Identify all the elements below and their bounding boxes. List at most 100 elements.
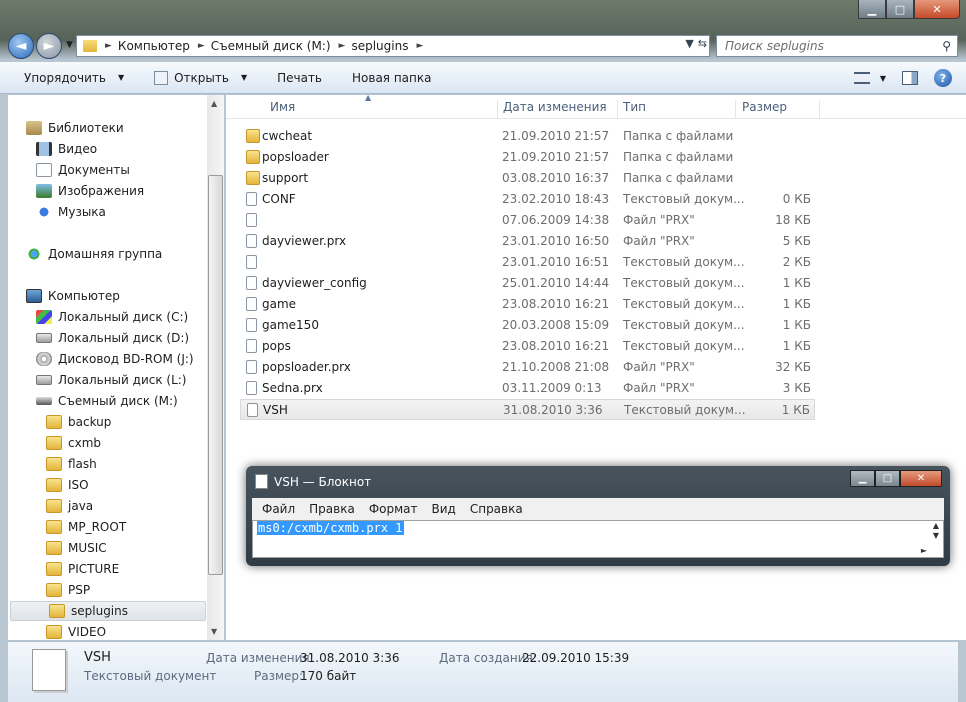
- file-size: 3 КБ: [782, 381, 811, 395]
- sidebar-item[interactable]: Библиотеки: [26, 118, 124, 138]
- sidebar-item-label: Библиотеки: [48, 121, 124, 135]
- file-row[interactable]: 23.01.2010 16:51 Текстовый докум... 2 КБ: [240, 252, 815, 273]
- text-file-icon: [246, 192, 257, 206]
- drive-icon: [36, 375, 52, 385]
- address-bar[interactable]: ► Компьютер ► Съемный диск (M:) ► seplug…: [76, 35, 710, 57]
- new-folder-button[interactable]: Новая папка: [352, 71, 431, 85]
- file-name: Sedna.prx: [262, 381, 323, 395]
- sidebar-item[interactable]: Музыка: [36, 202, 106, 222]
- folder-icon: [46, 625, 62, 639]
- recent-pages-dropdown[interactable]: ▼: [66, 40, 73, 50]
- file-row[interactable]: Sedna.prx 03.11.2009 0:13 Файл "PRX" 3 КБ: [240, 378, 815, 399]
- sidebar-item[interactable]: Компьютер: [26, 286, 120, 306]
- file-row[interactable]: game150 20.03.2008 15:09 Текстовый докум..…: [240, 315, 815, 336]
- file-row[interactable]: popsloader.prx 21.10.2008 21:08 Файл "PRX"…: [240, 357, 815, 378]
- scroll-down-icon[interactable]: ▼: [211, 627, 217, 636]
- sidebar-item[interactable]: Видео: [36, 139, 97, 159]
- open-button[interactable]: Открыть ▼: [154, 70, 247, 85]
- file-row[interactable]: 07.06.2009 14:38 Файл "PRX" 18 КБ: [240, 210, 815, 231]
- minimize-button[interactable]: ▁: [858, 0, 886, 19]
- scrollbar-thumb[interactable]: [208, 175, 223, 575]
- folder-icon: [246, 150, 260, 164]
- maximize-button[interactable]: □: [886, 0, 914, 19]
- sidebar-item-label: Видео: [58, 142, 98, 156]
- sidebar-item[interactable]: PSP: [46, 580, 90, 600]
- notepad-window[interactable]: VSH — Блокнот ▁ □ ✕ Файл Правка Формат В…: [246, 466, 950, 566]
- folder-icon: [46, 583, 62, 597]
- breadcrumb-computer[interactable]: Компьютер: [118, 39, 190, 53]
- selected-text[interactable]: ms0:/cxmb/cxmb.prx 1: [257, 521, 404, 535]
- file-name: dayviewer_config: [262, 276, 367, 290]
- file-row[interactable]: game 23.08.2010 16:21 Текстовый докум... 1 …: [240, 294, 815, 315]
- file-row[interactable]: dayviewer_config 25.01.2010 14:44 Текстовы…: [240, 273, 815, 294]
- text-file-icon: [246, 255, 257, 269]
- sidebar-item[interactable]: cxmb: [46, 433, 101, 453]
- sidebar-item[interactable]: backup: [46, 412, 111, 432]
- sidebar-item[interactable]: seplugins: [10, 601, 206, 621]
- notepad-vertical-scrollbar[interactable]: ▲ ▼: [929, 521, 943, 543]
- sidebar-item[interactable]: Съемный диск (M:): [36, 391, 178, 411]
- file-row[interactable]: CONF 23.02.2010 18:43 Текстовый докум... 0 …: [240, 189, 815, 210]
- sidebar-item[interactable]: Документы: [36, 160, 130, 180]
- file-type: Папка с файлами: [623, 171, 734, 185]
- close-button[interactable]: ✕: [914, 0, 960, 19]
- column-name[interactable]: Имя: [244, 100, 498, 118]
- file-size: 1 КБ: [781, 403, 810, 417]
- notepad-maximize-button[interactable]: □: [875, 470, 900, 487]
- sidebar-item-label: ISO: [68, 478, 89, 492]
- help-icon[interactable]: ?: [934, 69, 952, 87]
- sidebar-item[interactable]: flash: [46, 454, 97, 474]
- folder-icon: [49, 604, 65, 618]
- menu-file[interactable]: Файл: [262, 502, 295, 516]
- file-row[interactable]: VSH 31.08.2010 3:36 Текстовый докум... 1 КБ: [240, 399, 815, 420]
- sidebar-item[interactable]: Изображения: [36, 181, 144, 201]
- refresh-icon[interactable]: ⇆: [698, 37, 707, 50]
- menu-format[interactable]: Формат: [369, 502, 418, 516]
- sidebar-item[interactable]: Локальный диск (L:): [36, 370, 187, 390]
- notepad-text-area[interactable]: ms0:/cxmb/cxmb.prx 1 ▲ ▼ ►: [252, 520, 944, 558]
- column-date[interactable]: Дата изменения: [498, 100, 618, 118]
- change-view-button[interactable]: ▼: [853, 72, 886, 84]
- file-row[interactable]: cwcheat 21.09.2010 21:57 Папка с файлами: [240, 126, 815, 147]
- file-row[interactable]: pops 23.08.2010 16:21 Текстовый докум... 1 …: [240, 336, 815, 357]
- menu-help[interactable]: Справка: [470, 502, 523, 516]
- search-icon[interactable]: ⚲: [942, 39, 951, 53]
- breadcrumb-seplugins[interactable]: seplugins: [351, 39, 408, 53]
- windows-drive-icon: [36, 310, 52, 324]
- notepad-close-button[interactable]: ✕: [900, 470, 942, 487]
- forward-button[interactable]: ►: [36, 33, 62, 59]
- file-row[interactable]: support 03.08.2010 16:37 Папка с файлами: [240, 168, 815, 189]
- back-button[interactable]: ◄: [8, 33, 34, 59]
- sidebar-item[interactable]: PICTURE: [46, 559, 119, 579]
- address-dropdown-icon[interactable]: ▼: [685, 37, 693, 50]
- file-type: Текстовый докум...: [623, 339, 745, 353]
- file-size: 1 КБ: [782, 297, 811, 311]
- breadcrumb-removable-disk[interactable]: Съемный диск (M:): [211, 39, 331, 53]
- search-input[interactable]: Поиск seplugins ⚲: [716, 35, 958, 57]
- chevron-down-icon[interactable]: ▼: [241, 73, 247, 82]
- scroll-right-icon[interactable]: ►: [921, 546, 927, 555]
- menu-view[interactable]: Вид: [432, 502, 456, 516]
- sidebar-item[interactable]: Дисковод BD-ROM (J:): [36, 349, 194, 369]
- preview-pane-icon[interactable]: [902, 71, 918, 85]
- folder-icon: [46, 499, 62, 513]
- file-row[interactable]: dayviewer.prx 23.01.2010 16:50 Файл "PRX" 5…: [240, 231, 815, 252]
- sidebar-item[interactable]: MUSIC: [46, 538, 107, 558]
- sidebar-item[interactable]: Локальный диск (D:): [36, 328, 189, 348]
- file-row[interactable]: popsloader 21.09.2010 21:57 Папка с файлам…: [240, 147, 815, 168]
- navigation-scrollbar[interactable]: ▲ ▼: [207, 95, 224, 640]
- scroll-up-icon[interactable]: ▲: [211, 99, 217, 108]
- notepad-minimize-button[interactable]: ▁: [850, 470, 875, 487]
- organize-button[interactable]: Упорядочить ▼: [24, 71, 124, 85]
- menu-edit[interactable]: Правка: [309, 502, 355, 516]
- print-button[interactable]: Печать: [277, 71, 322, 85]
- sidebar-item[interactable]: VIDEO: [46, 622, 106, 640]
- sidebar-item[interactable]: ISO: [46, 475, 89, 495]
- sidebar-item[interactable]: MP_ROOT: [46, 517, 126, 537]
- command-bar: Упорядочить ▼ Открыть ▼ Печать Новая папка…: [0, 62, 966, 94]
- sidebar-item[interactable]: Локальный диск (C:): [36, 307, 188, 327]
- sidebar-item[interactable]: Домашняя группа: [26, 244, 162, 264]
- column-type[interactable]: Тип: [618, 100, 736, 118]
- sidebar-item[interactable]: java: [46, 496, 93, 516]
- column-size[interactable]: Размер: [736, 100, 820, 118]
